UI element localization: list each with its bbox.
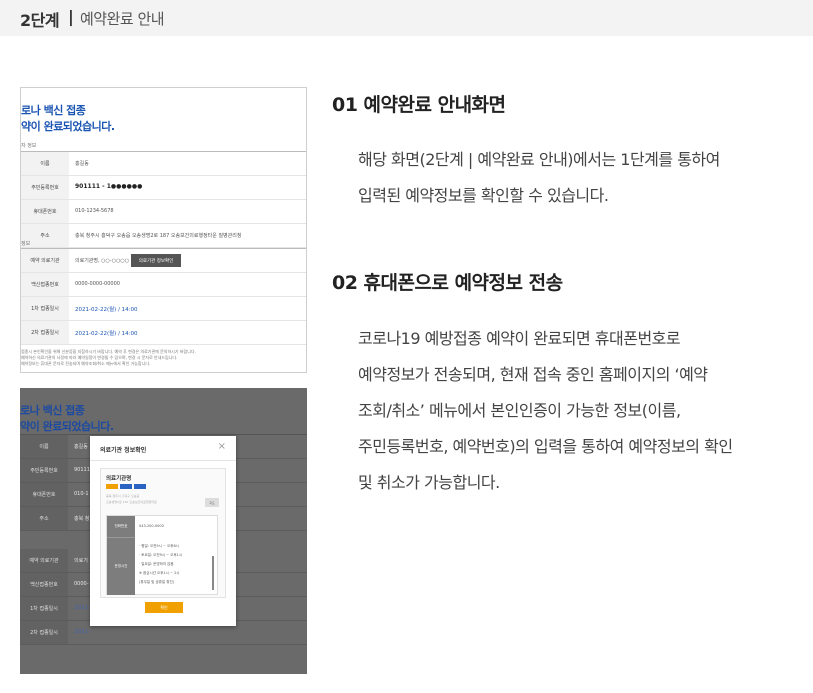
tag-badge	[134, 484, 146, 489]
description-line: 주민등록번호, 예약번호)의 입력을 통하여 예약정보의 확인	[358, 437, 733, 456]
row-label: 1차 접종일시	[20, 597, 68, 620]
breadcrumb-separator: |	[68, 7, 74, 26]
hospital-tags	[106, 484, 146, 489]
hospital-address: 충북 청주시 흥덕구 오송읍	[106, 494, 140, 498]
hours-line: · 평일: 오전9시 ~ 오후6시	[139, 544, 179, 548]
row-value: 2021-02-22(월) / 14:00	[75, 307, 138, 313]
section-heading-confirmation: 01 예약완료 안내화면	[332, 94, 506, 116]
section-label-reservation: 정보	[21, 241, 31, 247]
row-label: 휴대폰번호	[20, 483, 68, 506]
row-value: 충북 청주시 흥덕구 오송읍 오송생명2로 187 오송보건의료행정타운 질병관…	[75, 233, 242, 239]
row-label: 주민등록번호	[21, 176, 69, 199]
row-label: 백신접종번호	[21, 273, 69, 296]
section-heading-sms: 02 휴대폰으로 예약정보 전송	[332, 272, 563, 294]
table-row: 2차 접종일시 2021-02-22(월) / 14:00	[21, 321, 306, 345]
description-line: 조회/취소’ 메뉴에서 본인인증이 가능한 정보(이름,	[358, 401, 681, 420]
row-label: 주민등록번호	[20, 459, 68, 482]
description-line: 입력된 예약정보를 확인할 수 있습니다.	[358, 186, 609, 205]
row-value: 0000-	[74, 581, 89, 587]
row-label: 휴대폰번호	[21, 200, 69, 223]
description-line: 코로나19 예방접종 예약이 완료되면 휴대폰번호로	[358, 329, 681, 348]
row-label: 예약 의료기관	[20, 549, 68, 572]
row-value: 의료기관명, ○○-○○○○	[75, 258, 130, 264]
table-row: 주소 충북 청주시 흥덕구 오송읍 오송생명2로 187 오송보건의료행정타운 …	[21, 224, 306, 248]
modal-title: 의료기관 정보확인	[100, 447, 147, 454]
row-label: 1차 접종일시	[21, 297, 69, 320]
row-value: 의료기	[74, 558, 88, 564]
row-label: 예약 의료기관	[21, 249, 69, 272]
row-label: 이름	[20, 435, 68, 458]
row-label: 주소	[20, 507, 68, 530]
confirm-title-line1: 로나 백신 접종	[20, 404, 85, 417]
step-number: 2단계	[20, 11, 60, 30]
divider	[90, 460, 236, 461]
table-row: 1차 접종일시 2021-02-22(월) / 14:00	[21, 297, 306, 321]
map-button: 지도	[205, 498, 219, 507]
hours-line: · 일요일: 운영하지 않음	[139, 562, 174, 566]
row-label: 이름	[21, 152, 69, 175]
row-value: 010-1234-5678	[75, 208, 114, 214]
notice-line: 예약정보는 휴대폰 문자로 전송되며 예약조회/취소 메뉴에서 확인 가능합니다…	[21, 361, 151, 366]
row-value: 2021-	[74, 629, 90, 635]
row-value: 2021-	[74, 605, 90, 611]
hours-line: ※ 점심시간 오후1시 ~ 2시	[139, 571, 180, 575]
scrollbar	[212, 556, 214, 590]
hospital-card: 의료기관명 충북 청주시 흥덕구 오송읍 오송생명2로 187 오송보건의료행정…	[100, 468, 226, 598]
hospital-info-modal: 의료기관 정보확인 × 의료기관명 충북 청주시 흥덕구 오송읍 오송생명2로 …	[90, 436, 236, 626]
row-label: 2차 접종일시	[21, 321, 69, 344]
confirmation-screenshot: 로나 백신 접종 약이 완료되었습니다. 자 정보 이름 홍길동 주민등록번호 …	[20, 87, 307, 373]
row-value: 010-1	[74, 491, 89, 497]
row-value: 홍길동	[75, 161, 89, 167]
description-line: 해당 화면(2단계 | 예약완료 안내)에서는 1단계를 통하여	[358, 150, 720, 169]
hours-line: · 토요일: 오전9시 ~ 오후1시	[139, 553, 183, 557]
description-line: 및 취소가 가능합니다.	[358, 473, 500, 492]
row-value: 2021-02-22(월) / 14:00	[75, 331, 138, 337]
hours-line: (휴무일 및 공휴일 휴진)	[139, 580, 175, 584]
hospital-name: 의료기관명	[106, 476, 132, 482]
row-value: 0000-0000-00000	[75, 281, 120, 287]
step-header: 2단계 | 예약완료 안내	[0, 0, 813, 36]
row-value: 홍길동	[74, 444, 88, 450]
hospital-info-button: 의료기관 정보확인	[131, 254, 181, 267]
table-row: 예약 의료기관 의료기관명, ○○-○○○○ 의료기관 정보확인	[21, 249, 306, 273]
confirm-title-line2: 약이 완료되었습니다.	[21, 120, 115, 133]
row-value: 901111 - 1●●●●●●	[75, 183, 143, 190]
row-label: 2차 접종일시	[20, 621, 68, 644]
description-line: 예약정보가 전송되며, 현재 접속 중인 홈페이지의 ‘예약	[358, 365, 708, 384]
phone-value: 043-200-0000	[139, 524, 164, 528]
confirm-title-line1: 로나 백신 접종	[21, 104, 86, 117]
section-label-person: 자 정보	[21, 143, 37, 149]
table-row: 주민등록번호 901111 - 1●●●●●●	[21, 176, 306, 200]
row-label: 백신접종번호	[20, 573, 68, 596]
table-row: 휴대폰번호 010-1234-5678	[21, 200, 306, 224]
confirm-title-line2: 약이 완료되었습니다.	[20, 420, 114, 433]
tag-badge	[120, 484, 132, 489]
row-value: 90111	[74, 467, 90, 473]
hours-label: 운영시간	[107, 538, 135, 595]
table-row: 백신접종번호 0000-0000-00000	[21, 273, 306, 297]
phone-label: 전화번호	[107, 516, 135, 538]
row-value: 충북 청	[74, 516, 90, 522]
table-row: 이름 홍길동	[21, 152, 306, 176]
close-icon: ×	[217, 441, 226, 452]
hospital-info-table: 전화번호 043-200-0000 운영시간 · 평일: 오전9시 ~ 오후6시…	[106, 515, 218, 595]
hospital-modal-screenshot: 로나 백신 접종 약이 완료되었습니다. 이름 홍길동 주민등록번호 90111…	[20, 388, 307, 674]
confirm-button: 확인	[145, 602, 183, 613]
step-title: 예약완료 안내	[80, 10, 165, 28]
tag-badge	[106, 484, 118, 489]
hospital-address: 오송생명2로 187 오송보건의료행정타운	[106, 500, 157, 504]
